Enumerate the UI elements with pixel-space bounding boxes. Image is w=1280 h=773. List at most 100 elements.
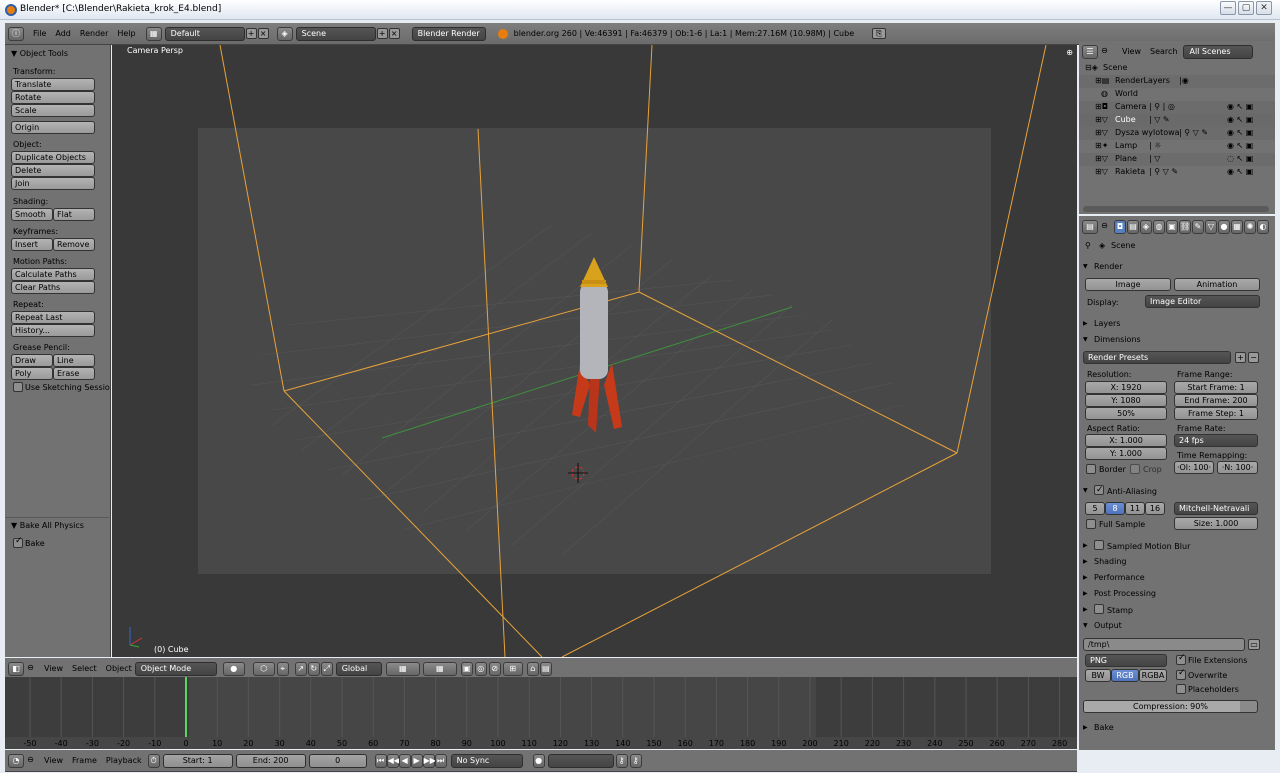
pin-icon[interactable]: ⚲ xyxy=(1085,241,1091,250)
history-button[interactable]: History... xyxy=(11,324,95,337)
display-select[interactable]: Image Editor xyxy=(1145,295,1260,308)
border-checkbox[interactable] xyxy=(1086,464,1096,474)
aa-samples-8[interactable]: 8 xyxy=(1105,502,1125,515)
outliner-scrollbar[interactable] xyxy=(1083,206,1269,212)
translate-button[interactable]: Translate xyxy=(11,78,95,91)
outliner-row-world[interactable]: ◍ World xyxy=(1079,88,1275,101)
end-frame-field[interactable]: End: 200 xyxy=(235,753,306,768)
world-tab-icon[interactable]: ◍ xyxy=(1153,219,1165,234)
menu-frame[interactable]: Frame xyxy=(72,756,97,765)
translate-widget-icon[interactable]: ↗ xyxy=(294,661,307,676)
manipulator-icon[interactable]: ⌖ xyxy=(276,661,289,676)
crop-checkbox[interactable] xyxy=(1130,464,1140,474)
aspect-y-field[interactable]: Y: 1.000 xyxy=(1085,447,1167,460)
scale-button[interactable]: Scale xyxy=(11,104,95,117)
scene-icon[interactable]: ◈ xyxy=(276,26,293,41)
motion-blur-checkbox[interactable] xyxy=(1094,540,1104,550)
resolution-x-field[interactable]: X: 1920 xyxy=(1085,381,1167,394)
jump-end-icon[interactable]: ⏭ xyxy=(434,753,447,768)
frame-rate-select[interactable]: 24 fps xyxy=(1174,434,1258,447)
sync-mode-select[interactable]: No Sync xyxy=(450,753,523,768)
editor-type-icon[interactable]: ⓘ xyxy=(8,26,24,41)
modifiers-tab-icon[interactable]: ✎ xyxy=(1192,219,1204,234)
outliner-row-dysza[interactable]: ⊞▽ Dysza wylotowa | ⚲ ▽ ✎ ◉ ↖ ▣ xyxy=(1079,127,1275,140)
layers-grid-1-icon[interactable]: ▦ xyxy=(385,661,420,676)
output-path-field[interactable]: /tmp\ xyxy=(1083,638,1245,651)
render-presets-select[interactable]: Render Presets xyxy=(1083,351,1231,364)
color-bw-button[interactable]: BW xyxy=(1085,669,1111,682)
play-reverse-icon[interactable]: ◀ xyxy=(398,753,411,768)
stamp-panel-header[interactable]: Stamp xyxy=(1083,603,1271,617)
menu-help[interactable]: Help xyxy=(117,29,135,38)
viewport-corner-icon[interactable]: ⊕ xyxy=(1066,48,1073,57)
render-preview-icon[interactable]: ⌂ xyxy=(526,661,539,676)
data-tab-icon[interactable]: ▽ xyxy=(1205,219,1217,234)
menu-add[interactable]: Add xyxy=(55,29,71,38)
menu-object[interactable]: Object xyxy=(106,664,132,673)
remap-new-field[interactable]: ·N: 100· xyxy=(1217,461,1258,474)
menu-view[interactable]: View xyxy=(44,664,63,673)
screen-layout-field[interactable]: Default xyxy=(164,26,245,41)
anti-aliasing-panel-header[interactable]: Anti-Aliasing xyxy=(1083,483,1271,498)
render-panel-header[interactable]: Render xyxy=(1083,260,1271,274)
maximize-button[interactable]: ▢ xyxy=(1238,1,1254,15)
visibility-eye-icon[interactable]: ◉ ↖ ▣ xyxy=(1227,167,1253,176)
bake-panel-header[interactable]: Bake xyxy=(1083,721,1271,735)
resolution-percent-field[interactable]: 50% xyxy=(1085,407,1167,420)
menu-file[interactable]: File xyxy=(33,29,46,38)
scale-widget-icon[interactable]: ⤢ xyxy=(320,661,333,676)
aspect-x-field[interactable]: X: 1.000 xyxy=(1085,434,1167,447)
end-frame-field[interactable]: End Frame: 200 xyxy=(1174,394,1258,407)
menu-view[interactable]: View xyxy=(44,756,63,765)
outliner-row-plane[interactable]: ⊞▽ Plane | ▽ ◌ ↖ ▣ xyxy=(1079,153,1275,166)
particles-tab-icon[interactable]: ✺ xyxy=(1244,219,1256,234)
visibility-eye-icon[interactable]: ◌ ↖ ▣ xyxy=(1227,154,1253,163)
sketching-session-checkbox[interactable] xyxy=(13,382,23,392)
insert-keyframe-icon[interactable]: ⚷ xyxy=(615,753,628,768)
remap-old-field[interactable]: ·Ol: 100· xyxy=(1174,461,1214,474)
prev-keyframe-icon[interactable]: ◀◀ xyxy=(386,753,400,768)
visibility-eye-icon[interactable]: ◉ ↖ ▣ xyxy=(1227,115,1253,124)
material-tab-icon[interactable]: ● xyxy=(1218,219,1230,234)
close-button[interactable]: ✕ xyxy=(1256,1,1272,15)
outliner-row-renderlayers[interactable]: ⊞▤ RenderLayers |◉ xyxy=(1079,75,1275,88)
aa-size-field[interactable]: Size: 1.000 xyxy=(1174,517,1258,530)
physics-tab-icon[interactable]: ◐ xyxy=(1257,219,1269,234)
post-processing-panel-header[interactable]: Post Processing xyxy=(1083,587,1271,601)
bake-physics-header[interactable]: ▼ Bake All Physics xyxy=(5,519,111,533)
console-icon[interactable]: ⎘ xyxy=(872,28,887,39)
remove-preset-icon[interactable]: − xyxy=(1248,352,1259,363)
aa-samples-11[interactable]: 11 xyxy=(1125,502,1145,515)
smooth-button[interactable]: Smooth xyxy=(11,208,53,221)
compression-slider[interactable]: Compression: 90% xyxy=(1083,700,1258,713)
remove-keyframe-button[interactable]: Remove xyxy=(53,238,95,251)
play-icon[interactable]: ▶ xyxy=(410,753,423,768)
aa-samples-5[interactable]: 5 xyxy=(1085,502,1105,515)
delete-keyframe-icon[interactable]: ⚷ xyxy=(629,753,642,768)
render-tab-icon[interactable]: ◘ xyxy=(1114,219,1126,234)
preview-range-icon[interactable]: ⏱ xyxy=(147,753,160,768)
render-engine-select[interactable]: Blender Render xyxy=(411,26,486,41)
flat-button[interactable]: Flat xyxy=(53,208,95,221)
texture-tab-icon[interactable]: ▦ xyxy=(1231,219,1243,234)
menu-select[interactable]: Select xyxy=(72,664,97,673)
color-rgba-button[interactable]: RGBA xyxy=(1139,669,1167,682)
add-scene-icon[interactable]: + xyxy=(376,28,388,39)
rotate-button[interactable]: Rotate xyxy=(11,91,95,104)
shading-panel-header[interactable]: Shading xyxy=(1083,555,1271,569)
outliner-row-lamp[interactable]: ⊞✦ Lamp | ☼ ◉ ↖ ▣ xyxy=(1079,140,1275,153)
record-icon[interactable]: ● xyxy=(532,753,545,768)
delete-button[interactable]: Delete xyxy=(11,164,95,177)
remove-layout-icon[interactable]: × xyxy=(257,28,269,39)
outliner-row-cube[interactable]: ⊞▽ Cube | ▽ ✎ ◉ ↖ ▣ xyxy=(1079,114,1275,127)
poly-button[interactable]: Poly xyxy=(11,367,53,380)
dimensions-panel-header[interactable]: Dimensions xyxy=(1083,333,1271,347)
editor-type-icon[interactable]: ▤ xyxy=(1082,219,1098,234)
color-rgb-button[interactable]: RGB xyxy=(1111,669,1139,682)
aa-samples-16[interactable]: 16 xyxy=(1145,502,1165,515)
render-animation-icon[interactable]: ▤ xyxy=(539,661,552,676)
visibility-eye-icon[interactable]: ◉ ↖ ▣ xyxy=(1227,102,1253,111)
menu-playback[interactable]: Playback xyxy=(106,756,142,765)
start-frame-field[interactable]: Start: 1 xyxy=(162,753,233,768)
collapse-menu-icon[interactable]: ⊖ xyxy=(25,663,36,674)
